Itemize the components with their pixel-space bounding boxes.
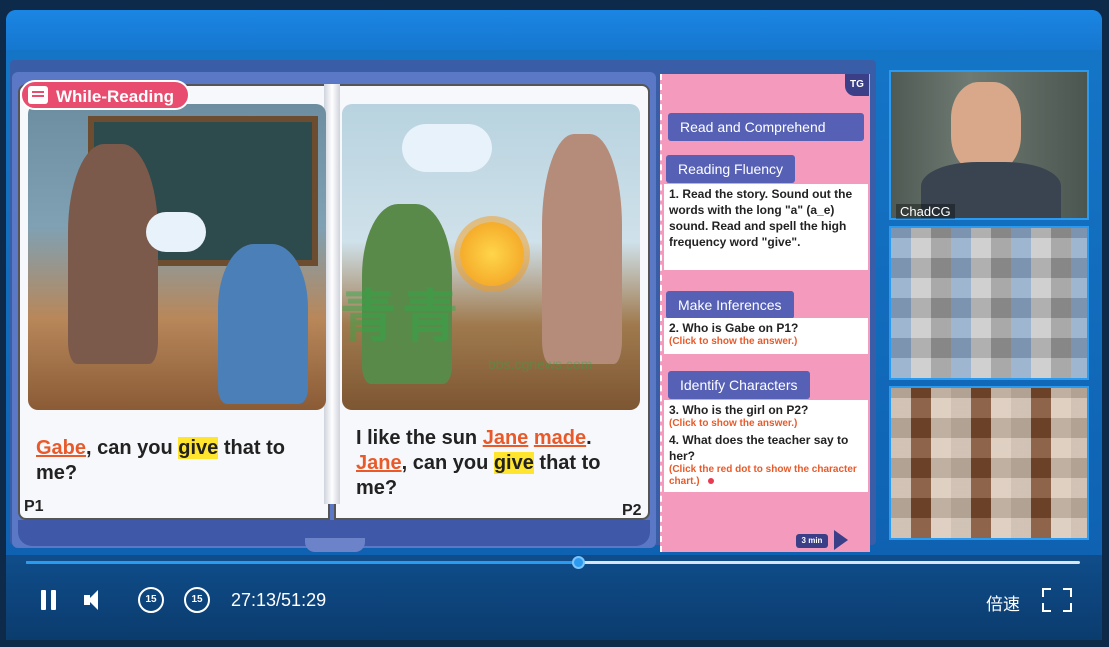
question-4-hint: (Click the red dot to show the character…	[669, 464, 863, 488]
question-3-hint: (Click to show the answer.)	[669, 418, 798, 429]
page2-word-3: made	[533, 427, 587, 449]
question-4[interactable]: 4. What does the teacher say to her? (Cl…	[664, 430, 868, 492]
panel-divider	[660, 74, 662, 552]
red-dot-icon[interactable]	[707, 478, 714, 484]
question-4-hint-text: (Click the red dot to show the character…	[669, 464, 857, 487]
volume-icon[interactable]	[84, 588, 110, 612]
student-camera-1	[889, 226, 1089, 380]
rewind-15-icon[interactable]: 15	[138, 587, 164, 613]
page2-word-1: Jane	[482, 427, 529, 449]
teacher-name-label: ChadCG	[896, 204, 955, 219]
watermark-url: bbs.cgnews.com	[488, 356, 593, 372]
page2-word-7: give	[493, 452, 534, 474]
fullscreen-icon[interactable]	[1042, 588, 1072, 612]
page1-word-0: Gabe	[36, 437, 87, 459]
player-controls	[6, 555, 1102, 640]
page-number-2: P2	[622, 502, 642, 519]
page2-word-6: , can you	[401, 452, 494, 474]
reading-fluency-button[interactable]: Reading Fluency	[666, 155, 796, 183]
while-reading-badge: While-Reading	[20, 80, 190, 110]
book-spine	[324, 84, 340, 504]
sun-cutout	[460, 222, 524, 286]
question-3[interactable]: 3. Who is the girl on P2? (Click to show…	[664, 400, 868, 430]
top-bar	[6, 10, 1102, 50]
badge-label: While-Reading	[56, 87, 175, 106]
pause-icon[interactable]	[40, 590, 58, 610]
teacher-figure	[68, 144, 158, 364]
progress-handle[interactable]	[572, 556, 585, 569]
read-comprehend-button[interactable]: Read and Comprehend	[668, 113, 864, 141]
cloud-shape	[402, 124, 492, 172]
teacher-camera	[889, 70, 1089, 220]
speed-button[interactable]: 倍速	[986, 590, 1020, 615]
progress-played	[26, 561, 579, 564]
timer-badge: 3 min	[796, 534, 828, 548]
page2-word-0: I like the sun	[356, 427, 483, 449]
page1-sentence: Gabe, can you give that to me?	[36, 436, 326, 486]
identify-characters-button[interactable]: Identify Characters	[668, 371, 810, 399]
page2-word-4: .	[586, 427, 592, 449]
book-icon	[28, 86, 48, 104]
cloud-cutout	[146, 212, 206, 252]
fluency-instructions: 1. Read the story. Sound out the words w…	[664, 184, 868, 270]
pixelation	[891, 388, 1087, 538]
boy-figure	[218, 244, 308, 404]
page2-word-5: Jane	[356, 452, 402, 474]
question-2[interactable]: 2. Who is Gabe on P1? (Click to show the…	[664, 318, 868, 354]
page2-sentence: I like the sun Jane made. Jane, can you …	[356, 426, 646, 501]
illustration-page1	[28, 104, 326, 410]
question-3-text: 3. Who is the girl on P2?	[669, 403, 809, 417]
question-2-hint: (Click to show the answer.)	[669, 336, 798, 347]
next-arrow-icon[interactable]	[834, 530, 848, 550]
question-2-text: 2. Who is Gabe on P1?	[669, 321, 799, 335]
watermark: 青青	[340, 285, 464, 348]
teacher-figure	[542, 134, 622, 364]
page1-word-1: , can you	[86, 437, 179, 459]
question-4-text: 4. What does the teacher say to her?	[669, 433, 849, 463]
time-display: 27:13/51:29	[231, 590, 327, 610]
teacher-head	[951, 82, 1021, 172]
pixelation	[891, 228, 1087, 378]
page1-word-2: give	[178, 437, 219, 459]
student-camera-2	[889, 386, 1089, 540]
tg-tag: TG	[845, 74, 869, 96]
forward-15-icon[interactable]: 15	[184, 587, 210, 613]
page-number-1: P1	[24, 498, 44, 515]
make-inferences-button[interactable]: Make Inferences	[666, 291, 794, 319]
book-tab	[305, 538, 365, 552]
